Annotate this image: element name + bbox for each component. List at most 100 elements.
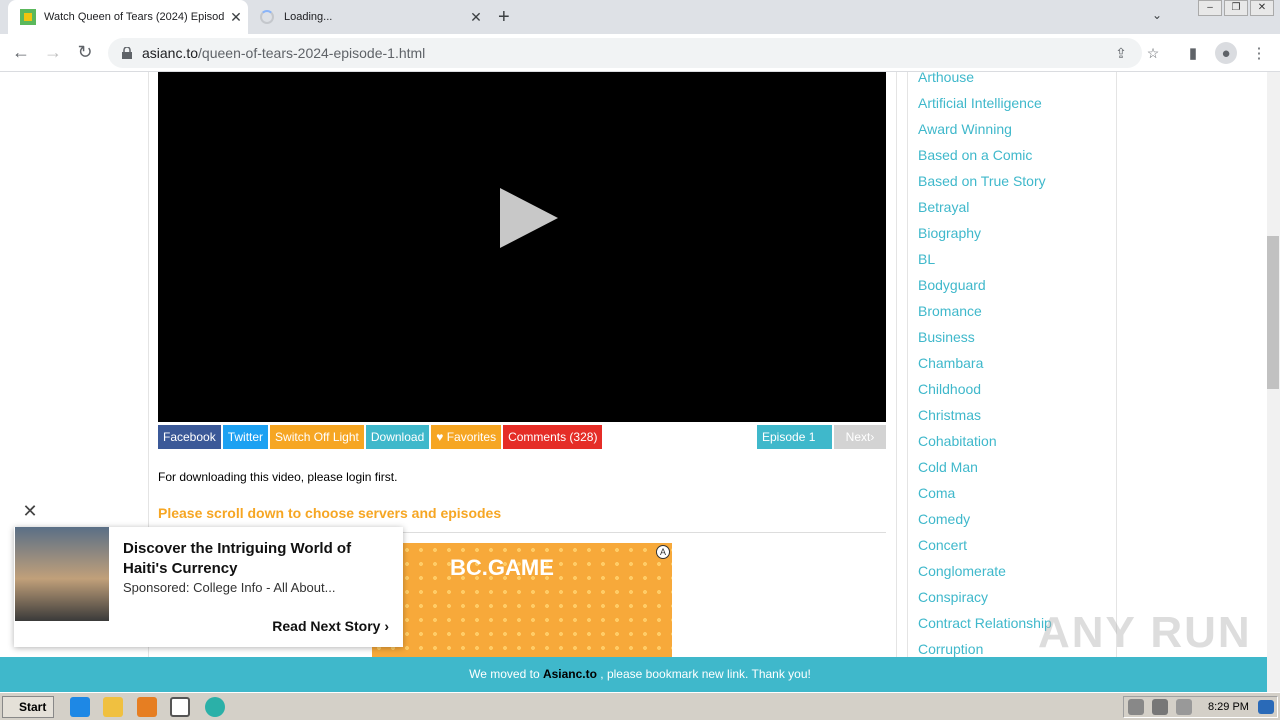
read-next-story-button[interactable]: Read Next Story › [272,618,389,634]
genre-list: Arthouse Artificial Intelligence Award W… [918,72,1052,657]
sidebar-item-genre[interactable]: Childhood [918,380,1052,406]
close-window-icon[interactable]: ✕ [1250,0,1274,16]
system-tray [1123,696,1278,718]
sidebar-item-genre[interactable]: Bodyguard [918,276,1052,302]
sidebar-item-genre[interactable]: Arthouse [918,72,1052,94]
sponsored-popup[interactable]: Discover the Intriguing World of Haiti's… [14,527,403,647]
play-icon[interactable] [500,188,558,248]
video-player[interactable] [158,72,886,422]
sidebar-item-genre[interactable]: Christmas [918,406,1052,432]
share-bar: Facebook Twitter Switch Off Light Downlo… [158,425,604,449]
profile-avatar-icon[interactable]: ● [1215,42,1237,64]
sidebar-item-genre[interactable]: Artificial Intelligence [918,94,1052,120]
url-path: /queen-of-tears-2024-episode-1.html [198,45,426,61]
close-tab-icon[interactable]: ✕ [464,9,488,26]
new-tab-icon[interactable]: + [498,6,510,29]
anyrun-watermark: ANY RUN [1038,608,1252,657]
sidebar-item-genre[interactable]: Comedy [918,510,1052,536]
start-button[interactable]: Start [2,696,54,718]
banner-suffix: , please bookmark new link. Thank you! [596,667,811,681]
sidebar-item-genre[interactable]: Coma [918,484,1052,510]
sidebar-item-genre[interactable]: Corruption [918,640,1052,657]
menu-kebab-icon[interactable]: ⋮ [1248,42,1270,64]
tab-queen-of-tears[interactable]: Watch Queen of Tears (2024) Episod ✕ [8,0,248,34]
sidebar-item-genre[interactable]: Conspiracy [918,588,1052,614]
forward-icon[interactable]: → [42,42,64,63]
popup-thumbnail [15,527,109,621]
adchoices-icon[interactable]: A [656,545,670,559]
tab-strip: Watch Queen of Tears (2024) Episod ✕ Loa… [0,0,1280,34]
chevron-down-icon[interactable]: ⌄ [1152,8,1162,22]
close-tab-icon[interactable]: ✕ [224,9,248,26]
scrollbar-thumb[interactable] [1267,236,1279,389]
advertisement[interactable]: BC.GAME A [372,543,672,657]
tab-title: Loading... [284,11,333,23]
ad-logo: BC.GAME [450,555,554,580]
network-icon[interactable] [1152,699,1168,715]
sidebar-item-genre[interactable]: Chambara [918,354,1052,380]
window-controls: – ❐ ✕ [1196,0,1274,18]
download-note: For downloading this video, please login… [158,470,398,484]
minimize-icon[interactable]: – [1198,0,1222,16]
next-button[interactable]: Next› [834,425,886,449]
sidebar-item-genre[interactable]: Cold Man [918,458,1052,484]
lock-icon [122,47,132,59]
ie-icon[interactable] [70,697,90,717]
banner-prefix: We moved to [469,667,543,681]
read-next-label: Read Next Story [272,618,381,634]
restore-icon[interactable]: ❐ [1224,0,1248,16]
url-domain: asianc.to [142,45,199,61]
reload-icon[interactable]: ↻ [74,42,96,63]
chevron-right-icon: › [384,618,389,634]
chevron-right-icon: › [870,430,875,444]
sidebar-item-genre[interactable]: Based on True Story [918,172,1052,198]
tab-title: Watch Queen of Tears (2024) Episod [44,11,224,23]
folder-icon[interactable] [103,697,123,717]
flag-icon[interactable] [1176,699,1192,715]
chrome-icon[interactable] [170,697,190,717]
banner-domain[interactable]: Asianc.to [543,667,597,681]
start-label: Start [19,700,47,714]
favorites-label: Favorites [446,430,497,444]
share-icon[interactable]: ⇪ [1110,38,1132,68]
address-bar[interactable]: asianc.to/queen-of-tears-2024-episode-1.… [108,38,1159,68]
sidebar-item-genre[interactable]: Bromance [918,302,1052,328]
media-player-icon[interactable] [137,697,157,717]
back-icon[interactable]: ← [10,42,32,63]
facebook-button[interactable]: Facebook [158,425,221,449]
download-button[interactable]: Download [365,425,430,449]
sidebar-item-genre[interactable]: Business [918,328,1052,354]
loading-spinner-icon [260,10,274,24]
browser-toolbar: ← → ↻ asianc.to/queen-of-tears-2024-epis… [0,34,1280,72]
close-popup-icon[interactable]: ✕ [22,501,38,522]
sidebar-item-genre[interactable]: Concert [918,536,1052,562]
tab-loading[interactable]: Loading... ✕ [248,0,488,34]
show-desktop-icon[interactable] [1258,700,1274,714]
sidebar-item-genre[interactable]: Conglomerate [918,562,1052,588]
edge-icon[interactable] [205,697,225,717]
favorites-button[interactable]: ♥ Favorites [431,425,502,449]
twitter-button[interactable]: Twitter [222,425,269,449]
next-label: Next [845,430,871,444]
sidebar-item-genre[interactable]: BL [918,250,1052,276]
heart-icon: ♥ [436,430,447,444]
popup-headline[interactable]: Discover the Intriguing World of Haiti's… [123,539,393,579]
scroll-note: Please scroll down to choose servers and… [158,505,502,521]
popup-sponsored: Sponsored: College Info - All About... [123,580,336,595]
sidebar-item-genre[interactable]: Based on a Comic [918,146,1052,172]
sidebar-item-genre[interactable]: Contract Relationship [918,614,1052,640]
side-panel-icon[interactable]: ▮ [1182,42,1204,64]
clock[interactable]: 8:29 PM [1208,701,1249,713]
site-favicon-icon [20,9,36,25]
comments-button[interactable]: Comments (328) [503,425,603,449]
sidebar-item-genre[interactable]: Award Winning [918,120,1052,146]
star-icon[interactable]: ☆ [1142,38,1164,68]
volume-icon[interactable] [1128,699,1144,715]
taskbar: Start 8:29 PM [0,692,1280,720]
switch-off-light-button[interactable]: Switch Off Light [270,425,364,449]
sidebar-item-genre[interactable]: Biography [918,224,1052,250]
sidebar-item-genre[interactable]: Cohabitation [918,432,1052,458]
episode-button[interactable]: Episode 1 [757,425,832,449]
sidebar-item-genre[interactable]: Betrayal [918,198,1052,224]
moved-banner: We moved to Asianc.to , please bookmark … [0,657,1280,692]
